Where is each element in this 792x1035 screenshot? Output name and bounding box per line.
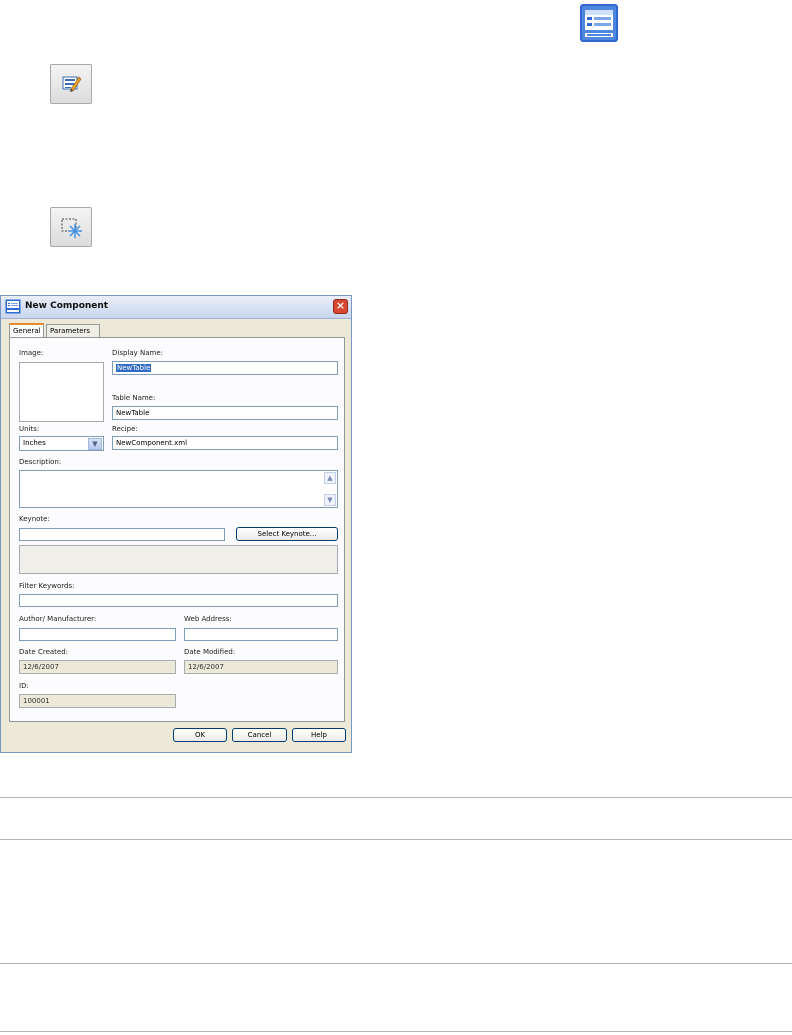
units-value: Inches [23,439,46,447]
new-component-dialog: New Component × General Parameters Image… [0,295,352,753]
edit-properties-button[interactable] [50,64,92,104]
select-objects-icon [61,218,82,238]
help-button[interactable]: Help [292,728,346,742]
display-name-field[interactable]: NewTable [112,361,338,375]
cancel-button[interactable]: Cancel [232,728,287,742]
divider [0,963,792,964]
scroll-up-icon[interactable]: ▲ [324,472,336,484]
table-icon[interactable] [578,2,620,44]
description-label: Description: [19,458,62,466]
description-textarea[interactable]: ▲ ▼ [19,470,338,508]
ok-button[interactable]: OK [173,728,227,742]
keynote-description-box [19,545,338,574]
table-name-label: Table Name: [112,394,156,402]
author-field[interactable] [19,628,176,641]
date-modified-field: 12/6/2007 [184,660,338,674]
display-name-value: NewTable [116,364,152,372]
image-label: Image: [19,349,44,357]
units-dropdown[interactable]: Inches ▼ [19,436,104,451]
date-created-label: Date Created: [19,648,69,656]
dialog-title: New Component [25,301,109,311]
app-table-icon [5,299,21,314]
keynote-label: Keynote: [19,515,50,523]
table-name-field[interactable]: NewTable [112,406,338,420]
divider [0,1031,792,1032]
filter-keywords-label: Filter Keywords: [19,582,75,590]
author-label: Author/ Manufacturer: [19,615,97,623]
general-panel: Image: Display Name: NewTable Table Name… [9,337,345,722]
display-name-label: Display Name: [112,349,164,357]
units-label: Units: [19,425,40,433]
tab-parameters[interactable]: Parameters [46,324,100,337]
chevron-down-icon[interactable]: ▼ [88,438,102,450]
date-modified-label: Date Modified: [184,648,236,656]
scroll-down-icon[interactable]: ▼ [324,494,336,506]
image-box[interactable] [19,362,104,422]
edit-properties-icon [62,76,82,92]
select-keynote-button[interactable]: Select Keynote... [236,527,338,541]
divider [0,797,792,798]
id-label: ID: [19,682,29,690]
filter-keywords-field[interactable] [19,594,338,607]
close-button[interactable]: × [333,299,348,314]
select-objects-button[interactable] [50,207,92,247]
close-icon: × [335,299,346,312]
web-address-label: Web Address: [184,615,232,623]
date-created-field: 12/6/2007 [19,660,176,674]
keynote-field[interactable] [19,528,225,541]
web-address-field[interactable] [184,628,338,641]
dialog-titlebar[interactable]: New Component × [1,296,351,319]
id-field: 100001 [19,694,176,708]
tab-general[interactable]: General [9,323,44,338]
divider [0,839,792,840]
recipe-label: Recipe: [112,425,138,433]
recipe-field[interactable]: NewComponent.xml [112,436,338,450]
